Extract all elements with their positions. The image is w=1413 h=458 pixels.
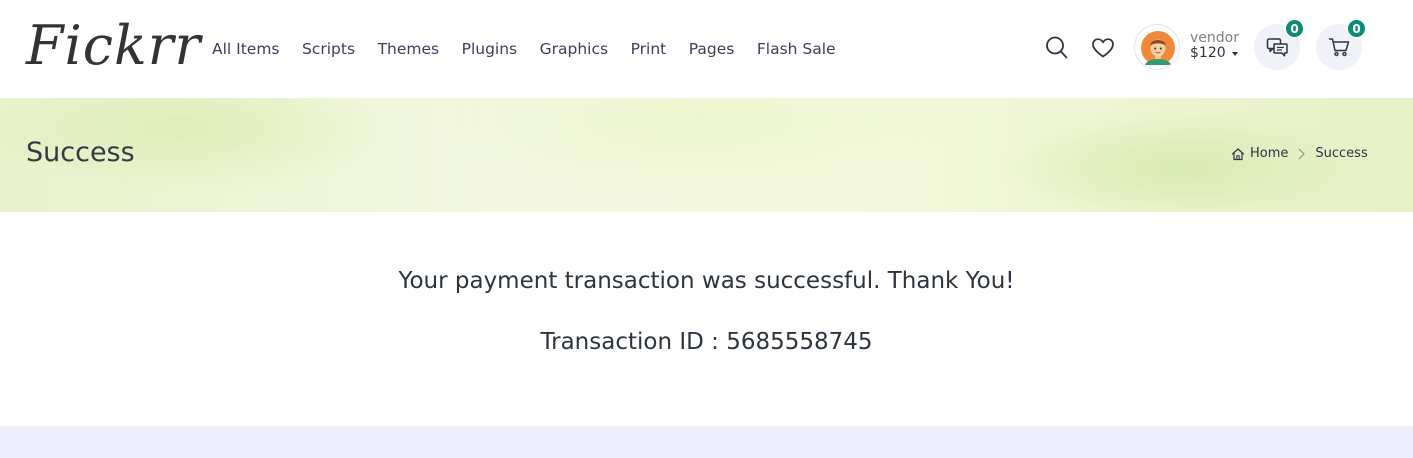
nav-item-pages[interactable]: Pages [689, 38, 735, 60]
nav-item-themes[interactable]: Themes [378, 38, 440, 60]
transaction-id: Transaction ID : 5685558745 [540, 329, 873, 355]
success-message: Your payment transaction was successful.… [398, 268, 1015, 294]
main-nav: All Items Scripts Themes Plugins Graphic… [212, 38, 858, 60]
cart-icon [1328, 38, 1350, 57]
caret-down-icon [1231, 51, 1238, 56]
nav-item-flash-sale[interactable]: Flash Sale [757, 38, 836, 60]
nav-item-scripts[interactable]: Scripts [302, 38, 355, 60]
user-balance: $120 [1190, 45, 1226, 61]
site-logo[interactable]: Fickrr [26, 13, 201, 79]
user-avatar[interactable] [1134, 24, 1180, 70]
messages-count-badge: 0 [1284, 18, 1305, 39]
home-icon [1231, 147, 1245, 160]
chat-icon [1266, 38, 1288, 57]
breadcrumb-home-link[interactable]: Home [1231, 145, 1288, 162]
footer-strip [0, 426, 1413, 458]
breadcrumb-current: Success [1315, 146, 1368, 161]
user-balance-dropdown[interactable]: $120 [1190, 45, 1238, 62]
nav-item-all-items[interactable]: All Items [212, 38, 280, 60]
cart-count-badge: 0 [1346, 18, 1367, 39]
breadcrumb: Home Success [1231, 145, 1368, 162]
search-icon[interactable] [1045, 35, 1069, 61]
nav-item-plugins[interactable]: Plugins [462, 38, 518, 60]
nav-item-graphics[interactable]: Graphics [540, 38, 608, 60]
page-title: Success [26, 137, 135, 168]
nav-item-print[interactable]: Print [631, 38, 667, 60]
page-banner [0, 98, 1413, 212]
breadcrumb-home-label: Home [1250, 146, 1289, 161]
site-header: Fickrr All Items Scripts Themes Plugins … [0, 0, 1413, 98]
heart-icon[interactable] [1091, 37, 1115, 59]
chevron-right-icon [1299, 148, 1306, 159]
